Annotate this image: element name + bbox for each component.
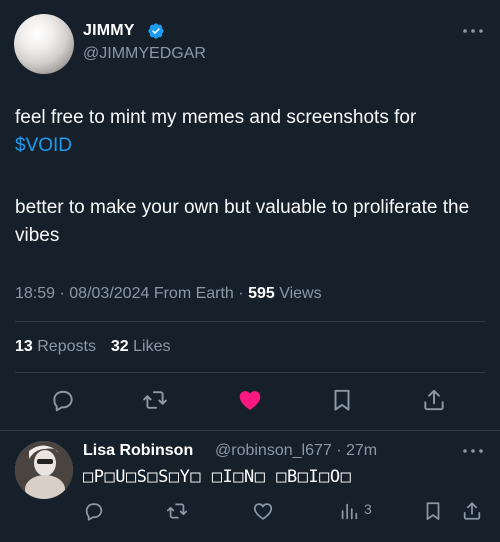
- like-button[interactable]: [237, 387, 263, 413]
- verified-badge-icon: [147, 22, 165, 40]
- tweet-meta: 18:59 · 08/03/2024 From Earth · 595 View…: [15, 285, 322, 302]
- share-icon: [463, 502, 481, 520]
- likes-label: Likes: [133, 338, 171, 355]
- bookmark-icon: [426, 502, 440, 520]
- reply-divider: [0, 430, 500, 431]
- reply-bookmark-button[interactable]: [422, 500, 444, 522]
- author-name[interactable]: JIMMY: [83, 22, 135, 40]
- author-handle[interactable]: @JIMMYEDGAR: [83, 45, 206, 63]
- cashtag-link[interactable]: $VOID: [15, 135, 72, 156]
- tweet-text-paragraph-2: better to make your own but valuable to …: [15, 197, 470, 246]
- tweet-source: From Earth: [153, 285, 234, 302]
- repost-button[interactable]: [142, 387, 168, 413]
- bookmark-button[interactable]: [329, 387, 355, 413]
- reply-like-button[interactable]: [252, 500, 274, 522]
- reply-author-handle[interactable]: @robinson_l677: [215, 442, 332, 459]
- divider: [15, 321, 485, 322]
- repost-icon: [143, 391, 167, 409]
- reply-views-count: 3: [364, 501, 372, 517]
- tweet-date[interactable]: 08/03/2024: [69, 285, 149, 302]
- likes-count: 32: [110, 338, 129, 355]
- analytics-icon: [341, 503, 358, 520]
- heart-icon: [239, 391, 261, 410]
- repost-icon: [166, 503, 188, 519]
- share-button[interactable]: [421, 387, 447, 413]
- reply-age[interactable]: 27m: [346, 442, 377, 459]
- comment-icon: [53, 390, 73, 412]
- likes-stat[interactable]: 32 Likes: [111, 338, 171, 355]
- share-icon: [424, 389, 444, 411]
- reply-meta: @robinson_l677 · 27m: [215, 442, 378, 459]
- reply-repost-button[interactable]: [166, 500, 188, 522]
- views-label: Views: [279, 285, 322, 302]
- comment-icon: [85, 503, 103, 521]
- reply-author-name[interactable]: Lisa Robinson: [83, 442, 193, 460]
- reply-button[interactable]: [50, 387, 76, 413]
- more-dots-icon[interactable]: [462, 26, 484, 36]
- reposts-count: 13: [15, 338, 33, 355]
- reposts-stat[interactable]: 13 Reposts: [15, 338, 100, 355]
- heart-icon: [253, 503, 273, 520]
- tweet-text-paragraph-1: feel free to mint my memes and screensho…: [15, 104, 490, 160]
- reply-author-avatar[interactable]: [15, 441, 73, 499]
- bookmark-icon: [334, 389, 350, 411]
- tweet-time[interactable]: 18:59: [15, 285, 55, 302]
- engagement-stats: 13 Reposts 32 Likes: [15, 338, 170, 356]
- divider: [15, 372, 485, 373]
- more-dots-icon[interactable]: [462, 446, 484, 456]
- views-count: 595: [248, 285, 275, 302]
- author-avatar[interactable]: [14, 14, 74, 74]
- reply-reply-button[interactable]: [83, 500, 105, 522]
- reply-share-button[interactable]: [461, 500, 483, 522]
- reply-text: □P□U□S□S□Y□ □I□N□ □B□I□O□: [83, 467, 352, 487]
- reposts-label: Reposts: [37, 338, 96, 355]
- tweet-text-line: feel free to mint my memes and screensho…: [15, 107, 417, 128]
- reply-views-button[interactable]: [338, 500, 360, 522]
